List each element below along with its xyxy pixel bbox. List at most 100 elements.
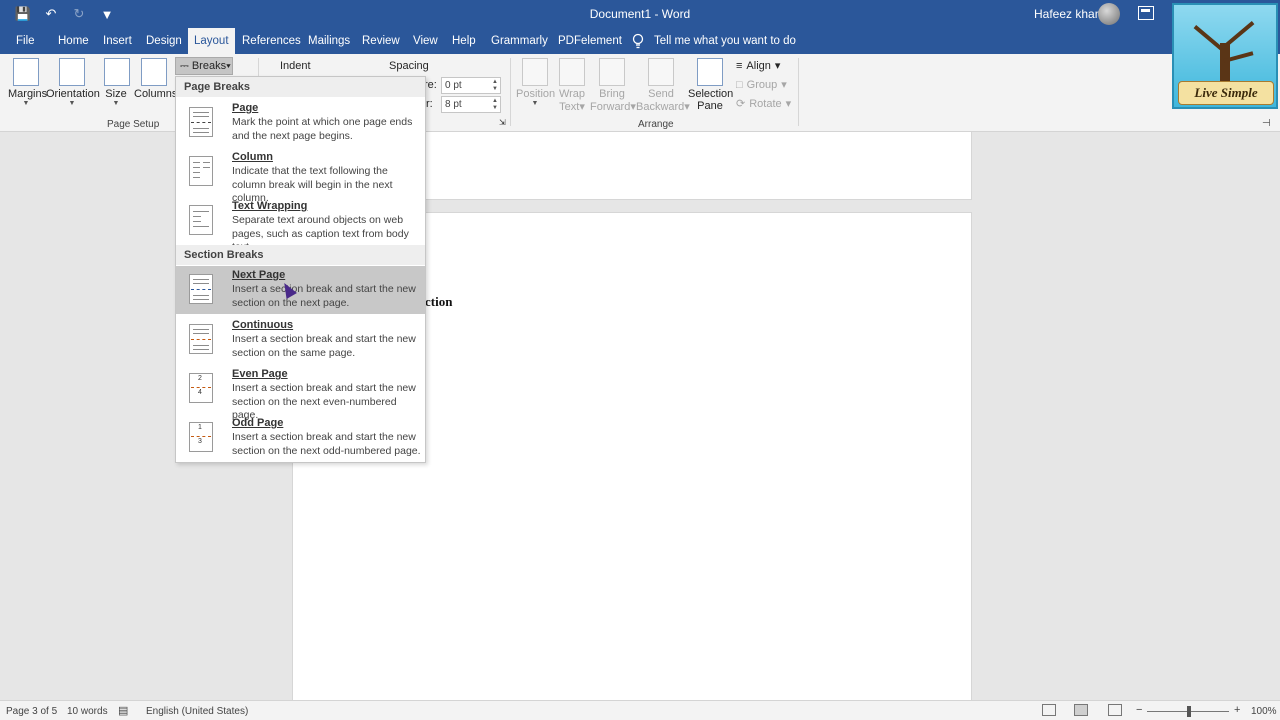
language[interactable]: English (United States) (146, 706, 248, 717)
avatar[interactable] (1098, 3, 1120, 25)
align-icon: ≡ (736, 59, 743, 72)
menu-item-description: Insert a section break and start the new… (232, 431, 421, 457)
word-count[interactable]: 10 words (67, 706, 108, 717)
selection-pane-button[interactable]: Selection Pane (688, 58, 733, 112)
group-separator (798, 58, 799, 126)
rotate-icon: ⟳ (736, 98, 746, 110)
send-backward-button[interactable]: Send Backward▾ (636, 58, 690, 113)
spacing-after-label: r: (426, 98, 433, 110)
zoom-in-button[interactable]: + (1234, 704, 1240, 716)
logo-branch (1193, 25, 1226, 53)
menu-item-column-break[interactable]: Column Indicate that the text following … (176, 148, 425, 204)
web-layout-icon[interactable] (1108, 704, 1122, 716)
group-button[interactable]: □ Group ▾ (736, 78, 787, 92)
menu-item-description: Mark the point at which one page ends an… (232, 116, 413, 142)
breaks-button[interactable]: ⎓ Breaks▾ (175, 57, 233, 75)
ribbon-display-options-icon[interactable] (1138, 6, 1154, 20)
tab-design[interactable]: Design (140, 28, 188, 54)
spin-arrows-icon[interactable]: ▲ ▼ (492, 98, 498, 112)
tab-layout[interactable]: Layout (188, 28, 235, 54)
tab-grammarly[interactable]: Grammarly (485, 28, 554, 54)
tab-help[interactable]: Help (446, 28, 482, 54)
tab-file[interactable]: File (10, 28, 41, 54)
live-simple-logo: Live Simple (1172, 3, 1278, 109)
position-button[interactable]: Position ▼ (516, 58, 555, 107)
page-breaks-header: Page Breaks (176, 77, 425, 97)
user-name[interactable]: Hafeez khan (1034, 7, 1101, 21)
columns-button[interactable]: Columns (134, 58, 177, 100)
menu-item-text-wrapping-break[interactable]: Text Wrapping Separate text around objec… (176, 197, 425, 253)
spacing-before-input[interactable]: 0 pt ▲ ▼ (441, 77, 501, 94)
bring-forward-button[interactable]: Bring Forward▾ (590, 58, 636, 113)
tab-home[interactable]: Home (52, 28, 95, 54)
breaks-icon: ⎓ (180, 60, 189, 72)
margins-icon (13, 58, 39, 86)
selection-pane-icon (697, 58, 723, 86)
page-count[interactable]: Page 3 of 5 (6, 706, 57, 717)
status-bar: Page 3 of 5 10 words ▤ English (United S… (0, 700, 1280, 720)
orientation-icon (59, 58, 85, 86)
columns-icon (141, 58, 167, 86)
margins-button[interactable]: Margins ▼ (8, 58, 47, 107)
menu-item-description: Insert a section break and start the new… (232, 283, 416, 309)
group-separator (510, 58, 511, 126)
proofing-icon[interactable]: ▤ (118, 704, 128, 717)
spacing-after-input[interactable]: 8 pt ▲ ▼ (441, 96, 501, 113)
menu-item-title: Odd Page (232, 417, 284, 429)
text-wrapping-break-icon (189, 205, 213, 235)
tab-references[interactable]: References (236, 28, 307, 54)
wrap-text-icon (559, 58, 585, 86)
tell-me-search[interactable]: Tell me what you want to do (648, 28, 802, 54)
spacing-label: Spacing (389, 60, 429, 72)
align-button[interactable]: ≡ Align ▾ (736, 59, 780, 73)
title-bar: 💾 ↶ ↻ ▼ Document1 - Word Hafeez khan (0, 0, 1280, 28)
read-mode-icon[interactable] (1042, 704, 1056, 716)
even-page-break-icon: 2 4 (189, 373, 213, 403)
menu-item-title: Column (232, 151, 273, 163)
lightbulb-icon (632, 33, 644, 49)
menu-item-odd-page-break[interactable]: 1 3 Odd Page Insert a section break and … (176, 414, 425, 462)
arrange-group-label: Arrange (638, 119, 674, 130)
section-breaks-header: Section Breaks (176, 245, 425, 265)
logo-branch (1222, 21, 1255, 49)
column-break-icon (189, 156, 213, 186)
zoom-out-button[interactable]: − (1136, 704, 1142, 716)
size-button[interactable]: Size ▼ (104, 58, 130, 107)
spin-arrows-icon[interactable]: ▲ ▼ (492, 79, 498, 93)
print-layout-icon[interactable] (1074, 704, 1088, 716)
page-setup-group-label: Page Setup (107, 119, 160, 130)
orientation-button[interactable]: Orientation ▼ (46, 58, 100, 107)
menu-item-title: Continuous (232, 319, 294, 331)
menu-item-title: Page (232, 102, 259, 114)
tab-mailings[interactable]: Mailings (302, 28, 356, 54)
menu-item-continuous-break[interactable]: Continuous Insert a section break and st… (176, 316, 425, 364)
bring-forward-icon (599, 58, 625, 86)
menu-item-even-page-break[interactable]: 2 4 Even Page Insert a section break and… (176, 365, 425, 421)
wrap-text-button[interactable]: Wrap Text▾ (557, 58, 587, 113)
tab-insert[interactable]: Insert (97, 28, 138, 54)
odd-page-break-icon: 1 3 (189, 422, 213, 452)
rotate-button[interactable]: ⟳ Rotate ▾ (736, 97, 791, 111)
menu-item-next-page-break[interactable]: Next Page Insert a section break and sta… (176, 266, 425, 314)
next-page-break-icon (189, 274, 213, 304)
tab-review[interactable]: Review (356, 28, 406, 54)
menu-item-page-break[interactable]: Page Mark the point at which one page en… (176, 99, 425, 147)
menu-item-title: Next Page (232, 269, 286, 281)
tab-view[interactable]: View (407, 28, 444, 54)
indent-label: Indent (280, 60, 311, 72)
tab-pdfelement[interactable]: PDFelement (552, 28, 628, 54)
size-icon (104, 58, 130, 86)
document-heading-text[interactable]: ction (425, 294, 452, 310)
zoom-level[interactable]: 100% (1251, 706, 1277, 717)
group-icon: □ (736, 78, 743, 91)
logo-banner: Live Simple (1178, 81, 1274, 105)
collapse-ribbon-icon[interactable]: ⊣ (1262, 118, 1271, 129)
breaks-dropdown-menu: Page Breaks Page Mark the point at which… (175, 76, 426, 463)
send-backward-icon (648, 58, 674, 86)
zoom-slider-thumb[interactable] (1187, 706, 1191, 717)
paragraph-dialog-launcher-icon[interactable]: ⇲ (499, 118, 506, 127)
position-icon (522, 58, 548, 86)
page-break-icon (189, 107, 213, 137)
continuous-break-icon (189, 324, 213, 354)
menu-item-title: Text Wrapping (232, 200, 308, 212)
